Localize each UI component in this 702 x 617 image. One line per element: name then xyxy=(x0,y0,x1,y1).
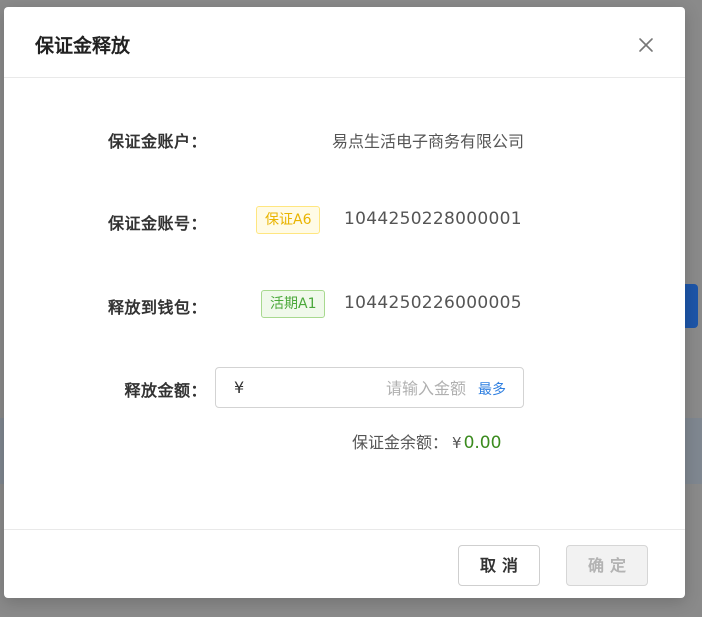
dialog-footer: 取消 确定 xyxy=(4,529,685,598)
amount-input-box: ¥ 最多 xyxy=(215,367,524,408)
wallet-label: 释放到钱包： xyxy=(107,298,207,317)
amount-input[interactable] xyxy=(256,374,466,402)
confirm-button[interactable]: 确定 xyxy=(566,545,648,586)
account-label: 保证金账户： xyxy=(107,132,207,151)
deposit-balance: 保证金余额： ¥0.00 xyxy=(352,429,501,453)
background-button xyxy=(684,284,698,328)
account-value: 易点生活电子商务有限公司 xyxy=(331,132,524,151)
yen-prefix: ¥ xyxy=(234,378,245,397)
cancel-button[interactable]: 取消 xyxy=(458,545,540,586)
wallet-row: 释放到钱包： 活期A1 1044250226000005 xyxy=(4,290,685,320)
release-deposit-dialog: 保证金释放 保证金账户： 易点生活电子商务有限公司 保证金账号： 保证A6 10… xyxy=(4,7,685,598)
account-row: 保证金账户： 易点生活电子商务有限公司 xyxy=(4,124,685,154)
amount-label: 释放金额： xyxy=(124,381,207,400)
deposit-tag: 保证A6 xyxy=(256,206,321,234)
deposit-account-number: 1044250228000001 xyxy=(344,209,522,229)
wallet-account-number: 1044250226000005 xyxy=(344,293,522,313)
close-button[interactable] xyxy=(635,34,657,56)
balance-label: 保证金余额： xyxy=(352,433,449,452)
balance-currency: ¥ xyxy=(452,434,462,452)
close-icon xyxy=(639,38,653,52)
balance-value: 0.00 xyxy=(463,433,502,453)
wallet-tag: 活期A1 xyxy=(261,290,326,318)
dialog-header: 保证金释放 xyxy=(4,7,685,78)
max-amount-link[interactable]: 最多 xyxy=(478,379,506,399)
deposit-no-label: 保证金账号： xyxy=(107,214,207,233)
deposit-account-row: 保证金账号： 保证A6 1044250228000001 xyxy=(4,206,685,236)
dialog-title: 保证金释放 xyxy=(35,35,131,57)
